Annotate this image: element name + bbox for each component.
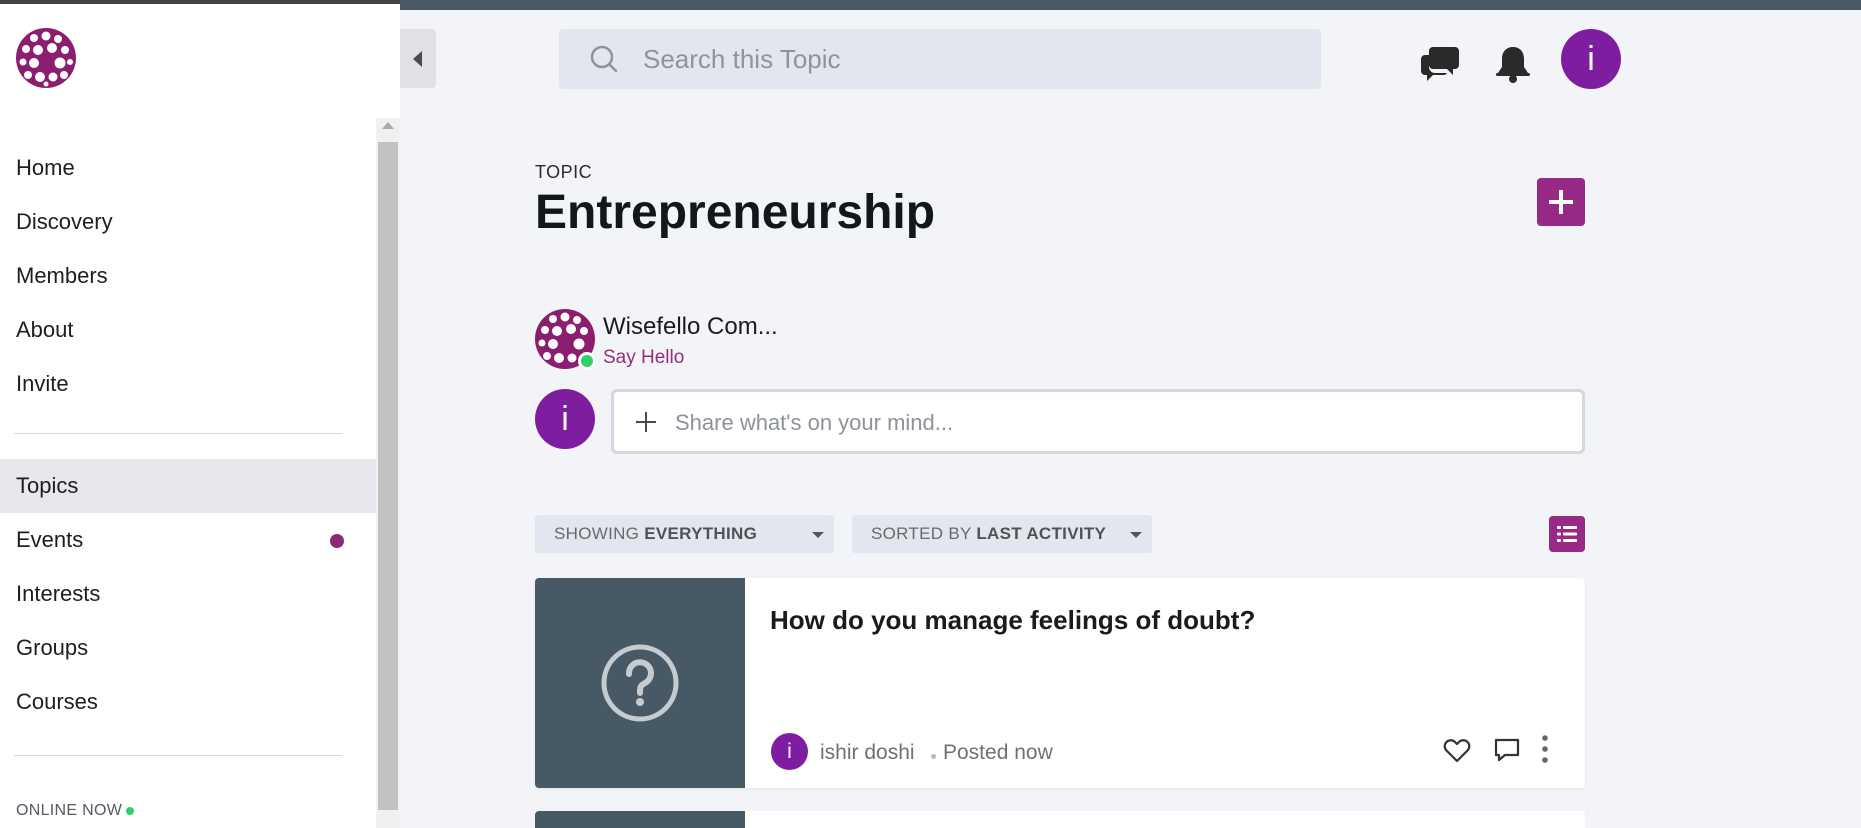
composer-placeholder: Share what's on your mind... [675,410,954,435]
filter-value: EVERYTHING [644,524,758,543]
sidebar-item-label: Members [16,263,108,288]
heart-icon[interactable] [1442,735,1472,765]
post-composer[interactable]: Share what's on your mind... [611,389,1585,454]
search-input[interactable] [643,29,1303,89]
post-card[interactable]: How do you manage feelings of doubt? i i… [535,578,1585,788]
top-accent-bar [400,0,1861,10]
topic-label: TOPIC [535,162,593,182]
list-view-toggle-icon[interactable] [1549,516,1585,552]
caret-down-icon [1130,532,1142,538]
author-name[interactable]: ishir doshi [820,741,915,765]
sidebar-item-interests[interactable]: Interests [0,567,376,621]
add-post-button[interactable] [1537,178,1585,226]
post-timestamp: Posted now [943,741,1053,764]
question-mark-icon [601,644,679,722]
sidebar-item-invite[interactable]: Invite [0,357,376,411]
notification-dot [330,534,344,548]
sidebar-item-courses[interactable]: Courses [0,675,376,729]
sidebar-divider [14,433,342,434]
sidebar-item-groups[interactable]: Groups [0,621,376,675]
user-avatar[interactable]: i [1561,29,1621,89]
sidebar-item-events[interactable]: Events [0,513,376,567]
sidebar-item-about[interactable]: About [0,303,376,357]
chevron-left-icon [413,51,422,67]
sort-dropdown[interactable]: SORTED BY LAST ACTIVITY [852,515,1152,553]
comment-icon[interactable] [1492,735,1522,765]
sidebar-item-label: Courses [16,689,98,714]
sidebar-nav-secondary: Topics Events Interests Groups Courses [0,459,376,729]
post-card-next[interactable] [535,811,1585,828]
sidebar-item-label: Interests [16,581,101,606]
community-logo-icon[interactable] [16,28,76,88]
sidebar-item-label: Invite [16,371,69,396]
collapse-sidebar-button[interactable] [400,29,436,88]
sidebar-item-discovery[interactable]: Discovery [0,195,376,249]
sidebar-item-topics[interactable]: Topics [0,459,376,513]
sidebar-item-label: Home [16,155,75,180]
say-hello-link[interactable]: Say Hello [603,347,684,369]
sidebar-item-label: About [16,317,74,342]
meta-separator [931,754,936,759]
post-thumbnail[interactable] [535,811,745,828]
messages-icon[interactable] [1421,43,1461,83]
caret-down-icon [812,532,824,538]
post-thumbnail[interactable] [535,578,745,788]
sidebar-item-label: Topics [16,473,79,498]
scroll-up-arrow-icon[interactable] [382,122,394,129]
sidebar-item-label: Events [16,527,84,552]
composer-avatar: i [535,389,595,449]
sidebar-item-home[interactable]: Home [0,141,376,195]
sidebar-scrollbar[interactable] [376,118,400,828]
sort-prefix: SORTED BY [871,524,972,543]
sort-value: LAST ACTIVITY [976,524,1107,543]
sidebar-item-label: Groups [16,635,89,660]
online-status-dot [126,806,135,815]
sidebar-item-label: Discovery [16,209,113,234]
notifications-bell-icon[interactable] [1494,44,1532,84]
online-status-dot [578,352,596,370]
search-icon [590,45,618,73]
sidebar-nav: Home Discovery Members About Invite [0,141,376,411]
sidebar: Home Discovery Members About Invite Topi… [0,4,400,828]
sidebar-divider [14,755,342,756]
search-bar[interactable] [559,29,1321,89]
filter-prefix: SHOWING [554,524,640,543]
page-title: Entrepreneurship [535,186,936,239]
online-now-text: ONLINE NOW [16,802,123,819]
author-avatar[interactable]: i [771,733,808,770]
scrollbar-thumb[interactable] [378,142,398,810]
post-title[interactable]: How do you manage feelings of doubt? [770,605,1255,636]
online-now-label: ONLINE NOW [16,802,135,820]
community-name[interactable]: Wisefello Com... [603,313,778,341]
showing-filter-dropdown[interactable]: SHOWING EVERYTHING [535,515,834,553]
sidebar-item-members[interactable]: Members [0,249,376,303]
plus-icon [636,412,656,432]
more-options-icon[interactable] [1540,733,1550,765]
